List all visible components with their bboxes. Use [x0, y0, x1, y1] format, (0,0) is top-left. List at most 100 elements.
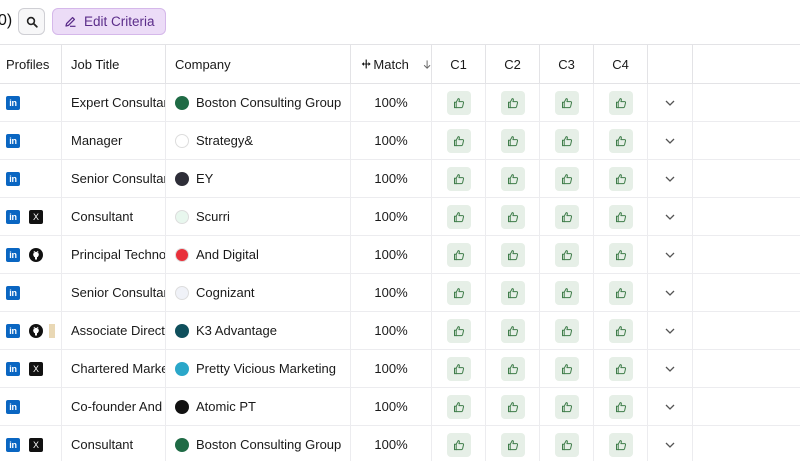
linkedin-icon[interactable]: in [6, 285, 20, 300]
table-row[interactable]: in Senior Consultant Cognizant 100% [0, 274, 800, 312]
linkedin-icon[interactable]: in [6, 437, 20, 452]
thumbs-up-icon[interactable] [446, 204, 471, 229]
company-cell[interactable]: K3 Advantage [165, 312, 350, 349]
github-icon[interactable] [29, 247, 43, 262]
company-cell[interactable]: Strategy& [165, 122, 350, 159]
thumbs-up-icon[interactable] [554, 318, 579, 343]
company-cell[interactable]: Boston Consulting Group [165, 84, 350, 121]
thumbs-up-icon[interactable] [446, 356, 471, 381]
thumbs-up-icon[interactable] [446, 90, 471, 115]
header-match[interactable]: Match [350, 45, 431, 83]
table-row[interactable]: in Expert Consultant Boston Consulting Gro… [0, 84, 800, 122]
thumbs-up-icon[interactable] [446, 128, 471, 153]
thumbs-up-icon[interactable] [608, 128, 633, 153]
expand-row-button[interactable] [647, 122, 692, 159]
thumbs-up-icon[interactable] [446, 394, 471, 419]
x-icon[interactable]: X [29, 209, 43, 224]
thumbs-up-icon[interactable] [554, 166, 579, 191]
thumbs-up-icon[interactable] [608, 280, 633, 305]
thumbs-up-icon[interactable] [608, 90, 633, 115]
thumbs-up-icon[interactable] [554, 204, 579, 229]
x-icon[interactable]: X [29, 437, 43, 452]
linkedin-icon[interactable]: in [6, 361, 20, 376]
expand-row-button[interactable] [647, 274, 692, 311]
table-row[interactable]: in Principal Technologist And Digital 100% [0, 236, 800, 274]
thumbs-up-icon[interactable] [500, 90, 525, 115]
expand-row-button[interactable] [647, 388, 692, 425]
thumbs-up-icon[interactable] [608, 432, 633, 457]
table-row[interactable]: in X Consultant Scurri 100% [0, 198, 800, 236]
company-cell[interactable]: Scurri [165, 198, 350, 235]
table-row[interactable]: in Manager Strategy& 100% [0, 122, 800, 160]
linkedin-icon[interactable]: in [6, 95, 20, 110]
header-c4[interactable]: C4 [593, 45, 647, 83]
table-row[interactable]: in Senior Consultant EY 100% [0, 160, 800, 198]
thumbs-up-icon[interactable] [554, 280, 579, 305]
thumbs-up-icon[interactable] [608, 204, 633, 229]
company-cell[interactable]: Boston Consulting Group [165, 426, 350, 461]
linkedin-icon[interactable]: in [6, 247, 20, 262]
thumbs-up-icon[interactable] [554, 128, 579, 153]
thumbs-up-icon[interactable] [500, 394, 525, 419]
thumbs-up-icon[interactable] [500, 432, 525, 457]
header-c2[interactable]: C2 [485, 45, 539, 83]
thumbs-up-icon[interactable] [554, 394, 579, 419]
linkedin-icon[interactable]: in [6, 171, 20, 186]
expand-row-button[interactable] [647, 236, 692, 273]
thumbs-up-icon[interactable] [554, 356, 579, 381]
thumbs-up-icon[interactable] [554, 242, 579, 267]
company-cell[interactable]: Pretty Vicious Marketing [165, 350, 350, 387]
thumbs-up-icon[interactable] [446, 280, 471, 305]
thumbs-up-icon[interactable] [608, 356, 633, 381]
edit-criteria-button[interactable]: Edit Criteria [52, 8, 166, 35]
expand-row-button[interactable] [647, 160, 692, 197]
linkedin-icon[interactable]: in [6, 209, 20, 224]
thumbs-up-icon[interactable] [446, 166, 471, 191]
header-company[interactable]: Company [165, 45, 350, 83]
thumbs-up-icon[interactable] [608, 166, 633, 191]
x-icon[interactable]: X [29, 361, 43, 376]
header-c1[interactable]: C1 [431, 45, 485, 83]
table-row[interactable]: in X Consultant Boston Consulting Group 100% [0, 426, 800, 461]
linkedin-icon[interactable]: in [6, 323, 20, 338]
thumbs-up-icon[interactable] [554, 90, 579, 115]
table-row[interactable]: in Co-founder And Head Atomic PT 100% [0, 388, 800, 426]
thumbs-up-icon[interactable] [500, 280, 525, 305]
criteria-c2-cell [485, 122, 539, 159]
thumbs-up-icon[interactable] [608, 318, 633, 343]
expand-row-button[interactable] [647, 350, 692, 387]
linkedin-icon[interactable]: in [6, 399, 20, 414]
thumbs-up-icon[interactable] [446, 318, 471, 343]
table-row[interactable]: in Associate Director K3 Advantage 100% [0, 312, 800, 350]
thumbs-up-icon[interactable] [446, 432, 471, 457]
thumbs-up-icon[interactable] [500, 242, 525, 267]
column-resize-cursor-icon[interactable] [361, 57, 371, 71]
expand-row-button[interactable] [647, 198, 692, 235]
sort-descending-icon[interactable] [423, 58, 431, 71]
expand-row-button[interactable] [647, 312, 692, 349]
search-button[interactable] [18, 8, 45, 35]
expand-row-button[interactable] [647, 426, 692, 461]
company-cell[interactable]: EY [165, 160, 350, 197]
header-job-title[interactable]: Job Title [61, 45, 165, 83]
table-row[interactable]: in X Chartered Marketer Pretty Vicious Mark… [0, 350, 800, 388]
company-cell[interactable]: And Digital [165, 236, 350, 273]
thumbs-up-icon[interactable] [500, 128, 525, 153]
header-c3[interactable]: C3 [539, 45, 593, 83]
thumbs-up-icon[interactable] [500, 356, 525, 381]
thumbs-up-icon[interactable] [608, 242, 633, 267]
thumbs-up-icon[interactable] [500, 318, 525, 343]
company-cell[interactable]: Cognizant [165, 274, 350, 311]
header-profiles[interactable]: Profiles [0, 45, 61, 83]
thumbs-up-icon[interactable] [500, 204, 525, 229]
linkedin-icon[interactable]: in [6, 133, 20, 148]
chevron-down-icon [665, 214, 675, 220]
expand-row-button[interactable] [647, 84, 692, 121]
github-icon[interactable] [29, 323, 43, 338]
thumbs-up-icon[interactable] [608, 394, 633, 419]
thumbs-up-icon[interactable] [554, 432, 579, 457]
thumbs-up-icon[interactable] [446, 242, 471, 267]
thumbs-up-icon[interactable] [500, 166, 525, 191]
company-cell[interactable]: Atomic PT [165, 388, 350, 425]
extra-profile-icon[interactable] [49, 323, 55, 338]
